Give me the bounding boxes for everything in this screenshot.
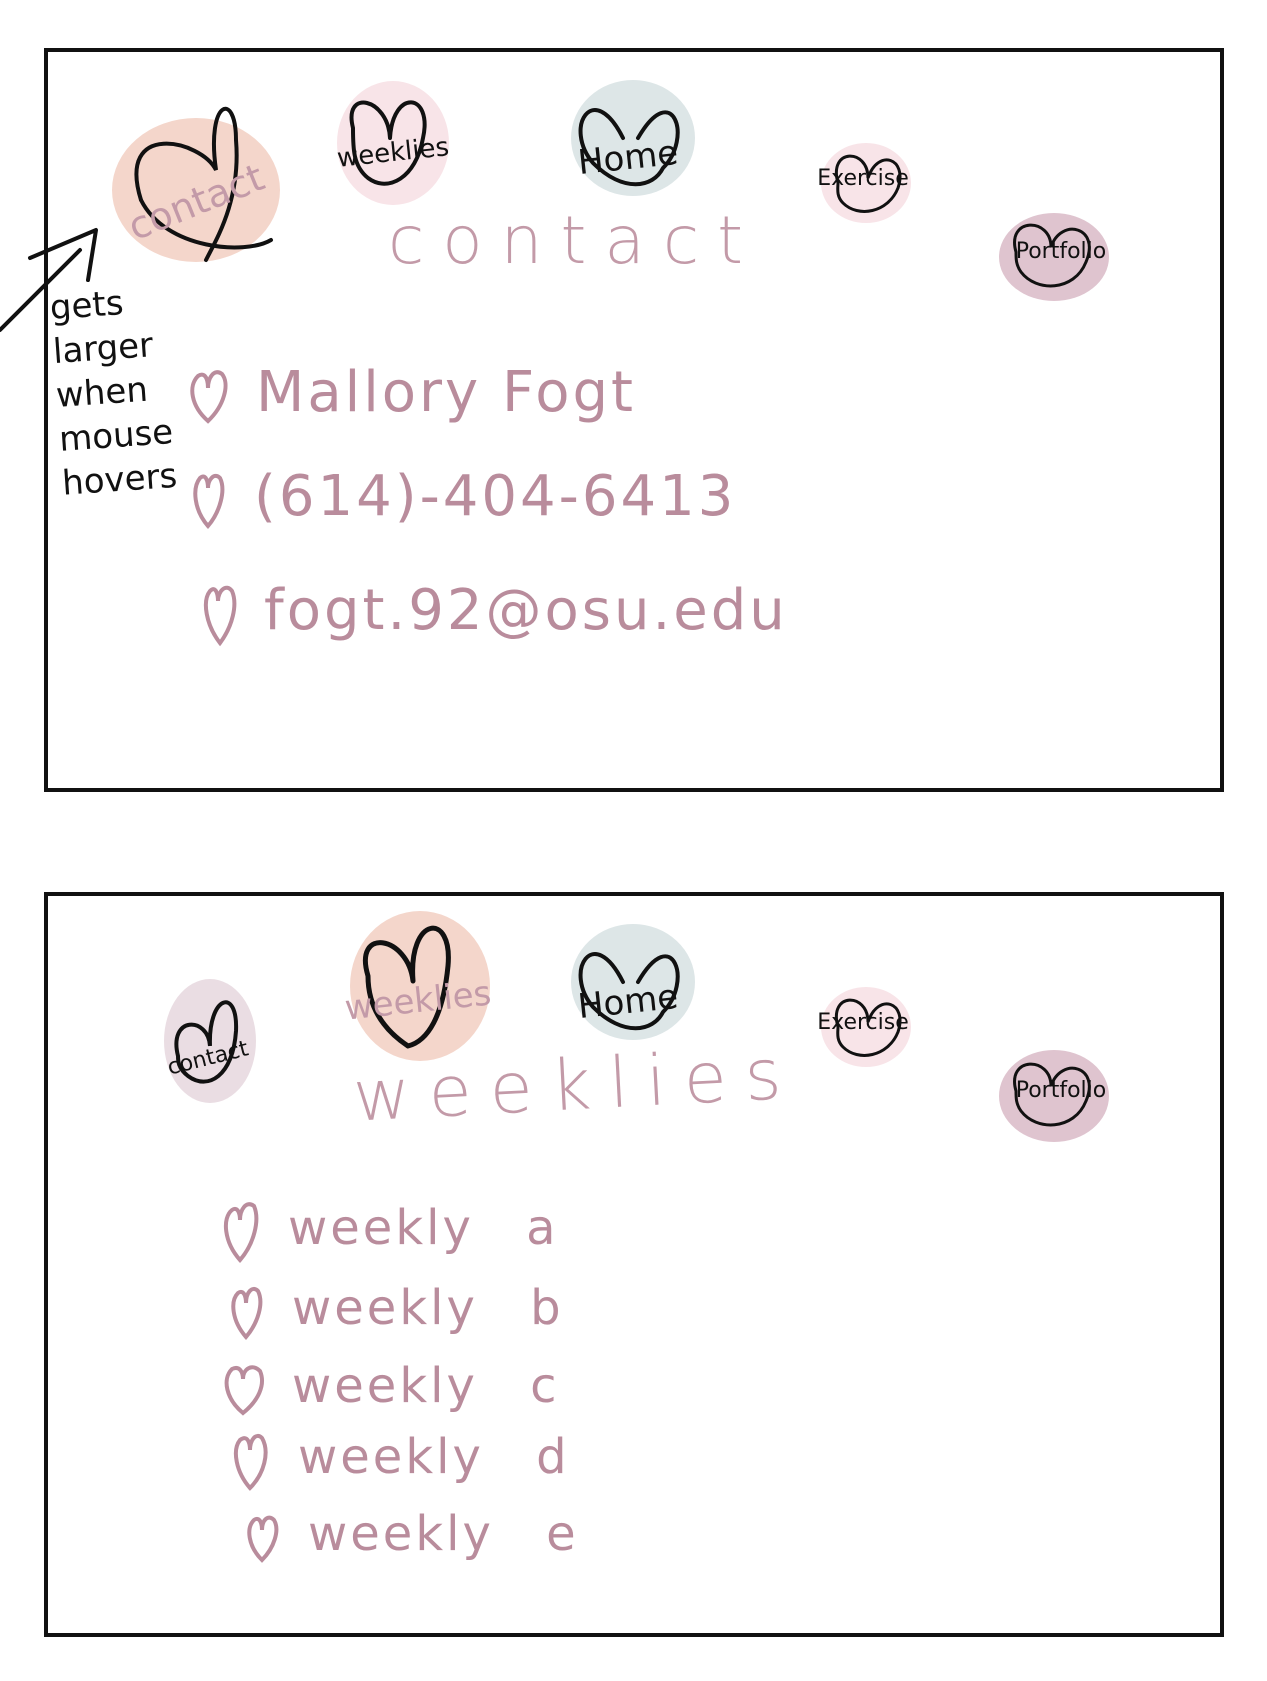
nav-exercise[interactable]: Exercise — [798, 982, 928, 1072]
contact-name-text: Mallory Fogt — [256, 360, 636, 425]
nav-home[interactable]: Home — [553, 78, 703, 208]
weekly-item-label: weekly — [308, 1506, 494, 1562]
heart-icon — [223, 1202, 259, 1264]
heart-icon — [247, 1515, 279, 1563]
heart-icon — [193, 473, 225, 529]
nav-portfolio[interactable]: Portfolio — [986, 207, 1136, 307]
weekly-item[interactable]: weekly d — [228, 1428, 570, 1492]
page-title: contact — [388, 202, 761, 279]
weekly-item[interactable]: weekly a — [218, 1196, 559, 1266]
nav-portfolio-label: Portfolio — [1015, 239, 1107, 264]
nav-portfolio-label: Portfolio — [1015, 1078, 1107, 1103]
nav-exercise[interactable]: Exercise — [798, 138, 928, 228]
contact-phone: (614)-404-6413 — [188, 464, 736, 532]
nav-weeklies[interactable]: weeklies — [328, 78, 458, 208]
weekly-item[interactable]: weekly b — [226, 1280, 564, 1341]
weekly-item-letter: d — [536, 1429, 570, 1485]
nav-weeklies-enlarged[interactable]: weeklies — [338, 906, 498, 1066]
contact-phone-text: (614)-404-6413 — [254, 464, 737, 529]
weeklies-page-frame: contact weeklies Home Exercise Portfolio — [44, 892, 1224, 1637]
arrow-icon — [0, 228, 98, 332]
contact-email-text: fogt.92@osu.edu — [264, 578, 788, 643]
nav-contact[interactable]: contact — [148, 976, 268, 1106]
weekly-item[interactable]: weekly e — [242, 1506, 579, 1564]
weekly-item[interactable]: weekly c — [220, 1358, 560, 1417]
nav-exercise-label: Exercise — [817, 166, 909, 191]
heart-icon — [231, 1286, 263, 1341]
contact-page-frame: contact weeklies Home Exercise Portfolio — [44, 48, 1224, 792]
nav-exercise-label: Exercise — [817, 1010, 909, 1035]
heart-icon — [190, 370, 228, 424]
weekly-item-letter: e — [546, 1506, 579, 1562]
heart-icon — [224, 1365, 264, 1416]
weekly-item-label: weekly — [288, 1200, 474, 1256]
heart-icon — [233, 1433, 268, 1491]
nav-contact-enlarged[interactable]: contact — [106, 80, 286, 270]
weekly-item-label: weekly — [298, 1429, 484, 1485]
nav-home[interactable]: Home — [553, 922, 703, 1052]
weekly-item-letter: b — [530, 1280, 564, 1336]
heart-icon — [203, 585, 237, 647]
nav-portfolio[interactable]: Portfolio — [986, 1046, 1136, 1146]
weekly-item-label: weekly — [292, 1280, 478, 1336]
weekly-item-letter: c — [530, 1358, 560, 1414]
contact-email: fogt.92@osu.edu — [198, 578, 788, 649]
weekly-item-letter: a — [526, 1200, 559, 1256]
weekly-item-label: weekly — [292, 1358, 478, 1414]
contact-name: Mallory Fogt — [186, 360, 636, 426]
